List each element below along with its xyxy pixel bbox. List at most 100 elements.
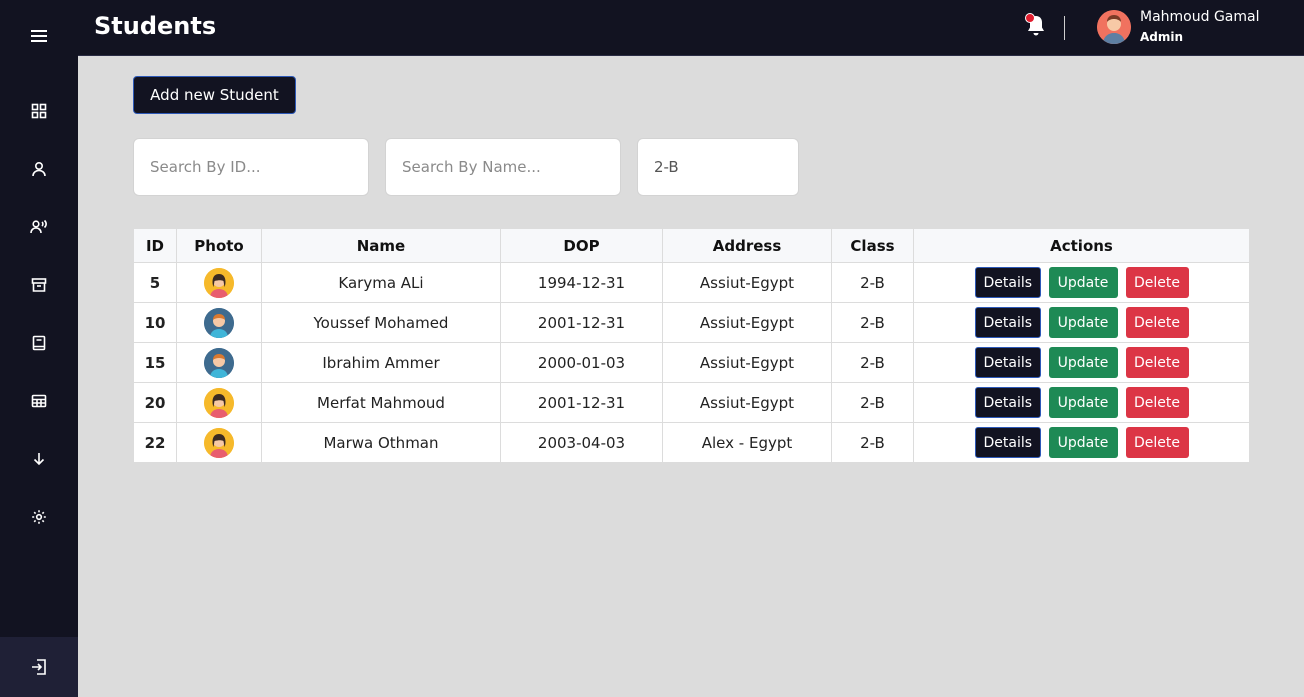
cell-name: Youssef Mohamed bbox=[261, 302, 501, 343]
cell-id: 10 bbox=[133, 302, 177, 343]
cell-dop: 2001-12-31 bbox=[500, 382, 663, 423]
cell-actions: Details Update Delete bbox=[913, 342, 1250, 383]
table-grid-icon bbox=[31, 394, 47, 408]
user-name: Mahmoud Gamal bbox=[1140, 9, 1260, 25]
table-row: 5 Karyma ALi 1994-12-31 Assiut-Egypt 2-B Deta… bbox=[133, 262, 1250, 303]
row-actions: Details Update Delete bbox=[914, 387, 1249, 418]
column-header-photo: Photo bbox=[176, 228, 262, 263]
top-header: Students Mahmoud Gamal Admin bbox=[78, 0, 1304, 56]
update-button[interactable]: Update bbox=[1048, 347, 1118, 378]
cell-actions: Details Update Delete bbox=[913, 302, 1250, 343]
sidebar-item-archive[interactable] bbox=[27, 273, 51, 297]
cell-id: 20 bbox=[133, 382, 177, 423]
table-row: 20 Merfat Mahmoud 2001-12-31 Assiut-Egypt 2-… bbox=[133, 382, 1250, 423]
hamburger-menu-icon[interactable] bbox=[29, 27, 49, 45]
details-button[interactable]: Details bbox=[974, 387, 1041, 418]
student-photo-avatar bbox=[204, 347, 234, 378]
cell-name: Marwa Othman bbox=[261, 422, 501, 463]
user-icon bbox=[32, 161, 46, 177]
sidebar-item-users[interactable] bbox=[27, 215, 51, 239]
cell-photo bbox=[176, 422, 262, 463]
update-button[interactable]: Update bbox=[1048, 427, 1118, 458]
cell-name: Ibrahim Ammer bbox=[261, 342, 501, 383]
archive-icon bbox=[31, 278, 47, 292]
student-photo-avatar bbox=[204, 267, 234, 298]
table-row: 10 Youssef Mohamed 2001-12-31 Assiut-Egypt 2… bbox=[133, 302, 1250, 343]
delete-button[interactable]: Delete bbox=[1125, 347, 1189, 378]
sidebar bbox=[0, 0, 78, 697]
delete-button[interactable]: Delete bbox=[1125, 387, 1189, 418]
cell-name: Merfat Mahmoud bbox=[261, 382, 501, 423]
cell-address: Assiut-Egypt bbox=[662, 342, 832, 383]
column-header-name: Name bbox=[261, 228, 501, 263]
student-photo-avatar bbox=[204, 387, 234, 418]
header-divider bbox=[1064, 16, 1065, 40]
users-voice-icon bbox=[30, 219, 47, 234]
table-row: 22 Marwa Othman 2003-04-03 Alex - Egypt 2-B D… bbox=[133, 422, 1250, 463]
cell-class: 2-B bbox=[831, 382, 914, 423]
logout-button[interactable] bbox=[0, 637, 78, 697]
update-button[interactable]: Update bbox=[1048, 307, 1118, 338]
cell-dop: 2001-12-31 bbox=[500, 302, 663, 343]
page-title: Students bbox=[94, 12, 217, 40]
table-header-row: ID Photo Name DOP Address Class Actions bbox=[133, 228, 1250, 263]
cell-class: 2-B bbox=[831, 422, 914, 463]
delete-button[interactable]: Delete bbox=[1125, 307, 1189, 338]
arrow-down-icon bbox=[33, 453, 45, 466]
cell-actions: Details Update Delete bbox=[913, 422, 1250, 463]
column-header-actions: Actions bbox=[913, 228, 1250, 263]
details-button[interactable]: Details bbox=[974, 307, 1041, 338]
cell-dop: 2003-04-03 bbox=[500, 422, 663, 463]
students-table: ID Photo Name DOP Address Class Actions … bbox=[133, 228, 1250, 463]
dashboard-icon bbox=[31, 103, 47, 119]
sidebar-item-dashboard[interactable] bbox=[27, 99, 51, 123]
details-button[interactable]: Details bbox=[974, 267, 1041, 298]
column-header-class: Class bbox=[831, 228, 914, 263]
cell-actions: Details Update Delete bbox=[913, 262, 1250, 303]
cell-id: 5 bbox=[133, 262, 177, 303]
cell-class: 2-B bbox=[831, 302, 914, 343]
book-icon bbox=[32, 335, 46, 351]
search-by-name-input[interactable] bbox=[385, 138, 621, 196]
cell-id: 22 bbox=[133, 422, 177, 463]
avatar[interactable] bbox=[1097, 10, 1131, 44]
notification-dot bbox=[1025, 13, 1035, 23]
sidebar-item-schedule[interactable] bbox=[27, 389, 51, 413]
sidebar-item-profile[interactable] bbox=[27, 157, 51, 181]
details-button[interactable]: Details bbox=[974, 427, 1041, 458]
details-button[interactable]: Details bbox=[974, 347, 1041, 378]
logout-icon bbox=[32, 659, 46, 675]
add-new-student-button[interactable]: Add new Student bbox=[133, 76, 296, 114]
delete-button[interactable]: Delete bbox=[1125, 427, 1189, 458]
cell-photo bbox=[176, 342, 262, 383]
update-button[interactable]: Update bbox=[1048, 267, 1118, 298]
sidebar-item-settings[interactable] bbox=[27, 505, 51, 529]
row-actions: Details Update Delete bbox=[914, 267, 1249, 298]
student-photo-avatar bbox=[204, 427, 234, 458]
sidebar-item-download[interactable] bbox=[27, 447, 51, 471]
student-photo-avatar bbox=[204, 307, 234, 338]
table-row: 15 Ibrahim Ammer 2000-01-03 Assiut-Egypt 2-B… bbox=[133, 342, 1250, 383]
delete-button[interactable]: Delete bbox=[1125, 267, 1189, 298]
cell-photo bbox=[176, 382, 262, 423]
cell-actions: Details Update Delete bbox=[913, 382, 1250, 423]
search-by-id-input[interactable] bbox=[133, 138, 369, 196]
update-button[interactable]: Update bbox=[1048, 387, 1118, 418]
class-filter-input[interactable] bbox=[637, 138, 799, 196]
cell-photo bbox=[176, 302, 262, 343]
cell-photo bbox=[176, 262, 262, 303]
row-actions: Details Update Delete bbox=[914, 347, 1249, 378]
sidebar-item-books[interactable] bbox=[27, 331, 51, 355]
cell-address: Assiut-Egypt bbox=[662, 382, 832, 423]
cell-id: 15 bbox=[133, 342, 177, 383]
column-header-address: Address bbox=[662, 228, 832, 263]
cell-class: 2-B bbox=[831, 342, 914, 383]
row-actions: Details Update Delete bbox=[914, 307, 1249, 338]
cell-dop: 2000-01-03 bbox=[500, 342, 663, 383]
cell-name: Karyma ALi bbox=[261, 262, 501, 303]
cell-address: Assiut-Egypt bbox=[662, 262, 832, 303]
user-role: Admin bbox=[1140, 30, 1184, 44]
cell-class: 2-B bbox=[831, 262, 914, 303]
row-actions: Details Update Delete bbox=[914, 427, 1249, 458]
gear-icon bbox=[32, 510, 46, 524]
